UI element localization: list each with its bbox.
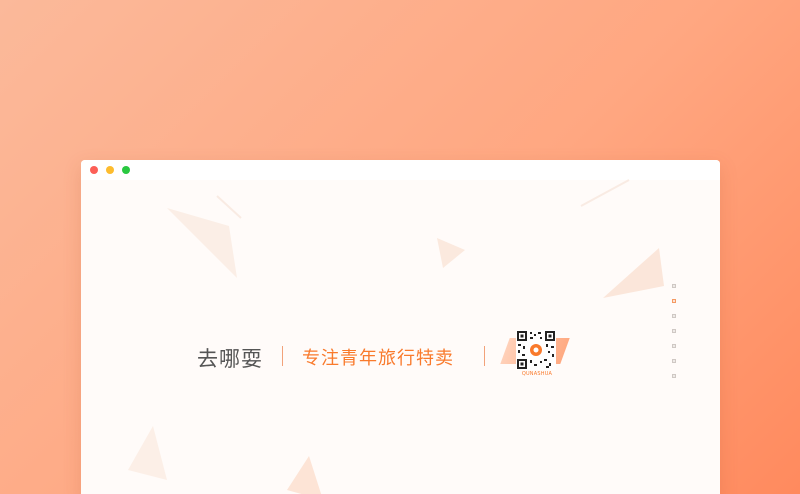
nav-dot-6[interactable] — [672, 359, 676, 363]
qr-code-block: QUNASHUA — [500, 328, 571, 380]
deco-triangle — [437, 238, 465, 268]
qr-caption: QUNASHUA — [521, 371, 553, 377]
section-nav — [672, 284, 680, 389]
nav-dot-5[interactable] — [672, 344, 676, 348]
background: { "window": { "controls": ["close", "min… — [0, 0, 800, 494]
deco-line — [580, 179, 630, 207]
nav-dot-3[interactable] — [672, 314, 676, 318]
divider — [282, 346, 283, 366]
browser-window: 去哪耍 专注青年旅行特卖 QUNASHUA — [81, 160, 720, 494]
slogan-text: 专注青年旅行特卖 — [302, 348, 454, 369]
nav-dot-7[interactable] — [672, 374, 676, 378]
nav-dot-2[interactable] — [672, 299, 676, 303]
deco-triangle — [603, 248, 664, 298]
decorative-shapes — [128, 179, 664, 494]
nav-dot-4[interactable] — [672, 329, 676, 333]
nav-dot-1[interactable] — [672, 284, 676, 288]
divider — [484, 346, 485, 366]
qr-code-icon — [517, 331, 555, 369]
deco-triangle — [128, 426, 167, 480]
brand-name: 去哪耍 — [197, 347, 263, 371]
deco-triangle — [287, 456, 322, 494]
qr-code — [516, 330, 556, 370]
deco-triangle — [167, 208, 237, 278]
deco-line — [216, 195, 242, 219]
